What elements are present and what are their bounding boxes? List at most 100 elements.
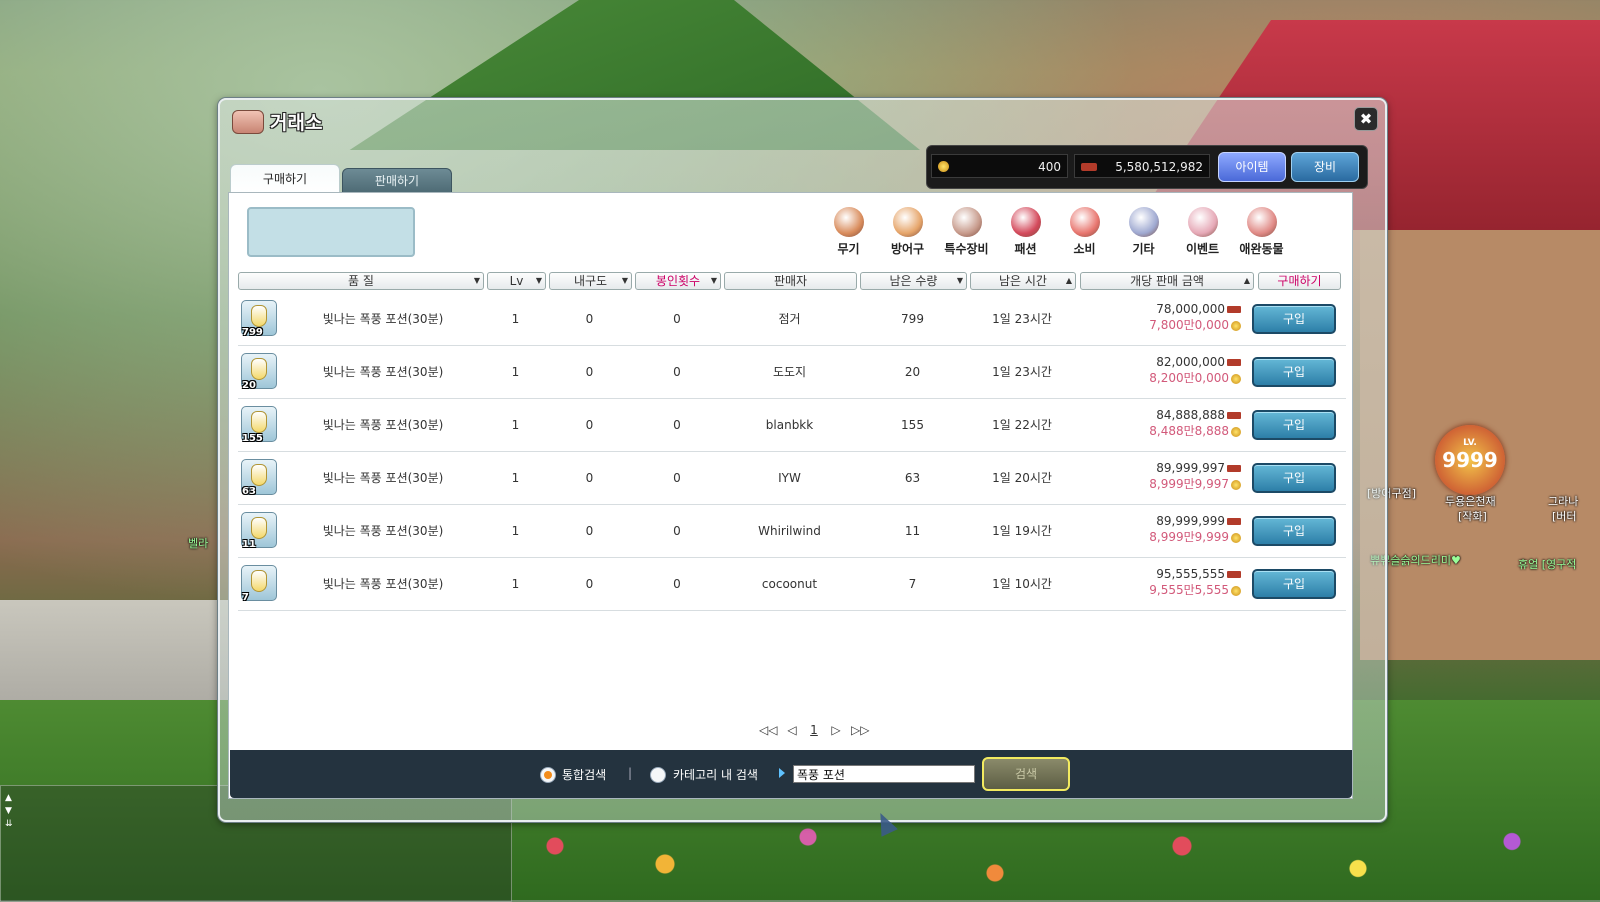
- scene-label: 두용은천재: [1445, 495, 1496, 508]
- table-row[interactable]: 63 빛나는 폭풍 포션(30분) 1 0 0 IYW 63 1일 20시간 8…: [238, 452, 1346, 505]
- header-quality[interactable]: 품 질 ▼: [238, 272, 484, 290]
- item-seal-count: 0: [673, 471, 681, 485]
- pagination: ◁◁ ◁ 1 ▷ ▷▷: [759, 723, 869, 737]
- tab-sell[interactable]: 판매하기: [342, 168, 452, 193]
- unit-price: 89,999,999 8,999만9,999: [1149, 513, 1241, 545]
- seller-name: 점거: [778, 312, 801, 326]
- separator: |: [628, 766, 633, 780]
- buy-button[interactable]: 구입: [1252, 304, 1336, 334]
- close-button[interactable]: ✖: [1354, 107, 1378, 131]
- item-durability: 0: [585, 471, 594, 485]
- first-page-button[interactable]: ◁◁: [759, 723, 777, 737]
- buy-button[interactable]: 구입: [1252, 516, 1336, 546]
- item-mode-button[interactable]: 아이템: [1218, 152, 1286, 182]
- item-seal-count: 0: [673, 418, 681, 432]
- radio-category-search[interactable]: [650, 767, 666, 783]
- maple-point-icon: [1227, 518, 1241, 525]
- seller-name: Whirilwind: [758, 524, 821, 538]
- window-title-bar[interactable]: 거래소: [232, 108, 322, 135]
- item-durability: 0: [585, 418, 594, 432]
- buy-button[interactable]: 구입: [1252, 463, 1336, 493]
- item-seal-count: 0: [673, 524, 681, 538]
- item-level: 1: [511, 524, 520, 538]
- last-page-button[interactable]: ▷▷: [851, 723, 869, 737]
- scene-label: 그라나: [1548, 495, 1579, 508]
- scene-label: 벨라: [188, 537, 209, 550]
- background-flowers: [500, 810, 1600, 900]
- table-row[interactable]: 20 빛나는 폭풍 포션(30분) 1 0 0 도도지 20 1일 23시간 8…: [238, 346, 1346, 399]
- buy-button[interactable]: 구입: [1252, 410, 1336, 440]
- item-name: 빛나는 폭풍 포션(30분): [322, 312, 444, 326]
- handshake-icon: [232, 109, 264, 134]
- prev-page-button[interactable]: ◁: [785, 723, 799, 737]
- dropdown-icon: ▼: [956, 276, 963, 285]
- unit-price: 82,000,000 8,200만0,000: [1149, 354, 1241, 386]
- seller-name: 도도지: [772, 365, 807, 379]
- category-armor[interactable]: 방어구: [878, 207, 937, 257]
- page-number[interactable]: 1: [807, 723, 821, 737]
- item-name: 빛나는 폭풍 포션(30분): [322, 471, 444, 485]
- armor-icon: [892, 207, 923, 237]
- meso-coin-icon: [1231, 426, 1241, 437]
- header-level[interactable]: Lv ▼: [487, 272, 546, 290]
- search-bar: 통합검색 | 카테고리 내 검색 검색: [230, 750, 1352, 798]
- header-seal-count[interactable]: 봉인횟수 ▼: [635, 272, 721, 290]
- search-arrow-icon: [779, 768, 785, 778]
- exchange-window: 거래소 ✖ 구매하기 판매하기 400 5,580,512,982 아이템 장비…: [218, 98, 1387, 822]
- meso-coin-icon: [1231, 320, 1241, 331]
- buy-button[interactable]: 구입: [1252, 569, 1336, 599]
- item-name: 빛나는 폭풍 포션(30분): [322, 524, 444, 538]
- listing-panel: 무기 방어구 특수장비 패션 소비 기타 이벤트 애완동물 품 질 ▼ Lv ▼…: [228, 192, 1353, 799]
- item-level: 1: [511, 312, 520, 326]
- dropdown-icon: ▼: [621, 276, 628, 285]
- equip-mode-button[interactable]: 장비: [1291, 152, 1359, 182]
- search-input[interactable]: [793, 765, 975, 783]
- remaining-qty: 20: [904, 365, 921, 379]
- maple-point-balance: 5,580,512,982: [1074, 154, 1210, 178]
- meso-coin-icon: [1231, 373, 1241, 384]
- chat-scroll-arrows-icon[interactable]: ▲ ▼ ⇊: [5, 792, 13, 831]
- search-button[interactable]: 검색: [982, 757, 1070, 791]
- item-durability: 0: [585, 312, 594, 326]
- category-etc[interactable]: 기타: [1114, 207, 1173, 257]
- meso-coin-icon: [1231, 532, 1241, 543]
- remaining-qty: 11: [904, 524, 921, 538]
- remaining-qty: 155: [901, 418, 924, 432]
- potion-icon: 7: [241, 565, 277, 603]
- unit-price: 95,555,555 9,555만5,555: [1149, 566, 1241, 598]
- header-durability[interactable]: 내구도 ▼: [549, 272, 632, 290]
- category-special-equipment[interactable]: 특수장비: [937, 207, 996, 257]
- maple-point-icon: [1227, 306, 1241, 313]
- table-row[interactable]: 11 빛나는 폭풍 포션(30분) 1 0 0 Whirilwind 11 1일…: [238, 505, 1346, 558]
- category-weapon[interactable]: 무기: [819, 207, 878, 257]
- category-pet[interactable]: 애완동물: [1232, 207, 1291, 257]
- header-seller[interactable]: 판매자: [724, 272, 857, 290]
- header-remaining-qty[interactable]: 남은 수량 ▼: [860, 272, 967, 290]
- table-row[interactable]: 7 빛나는 폭풍 포션(30분) 1 0 0 cocoonut 7 1일 10시…: [238, 558, 1346, 611]
- maple-point-icon: [1227, 412, 1241, 419]
- category-consumable[interactable]: 소비: [1055, 207, 1114, 257]
- radio-integrated-search[interactable]: [540, 767, 556, 783]
- potion-icon: 63: [241, 459, 277, 497]
- header-remaining-time[interactable]: 남은 시간 ▲: [970, 272, 1076, 290]
- listing-table: 799 빛나는 폭풍 포션(30분) 1 0 0 점거 799 1일 23시간 …: [238, 293, 1346, 611]
- table-row[interactable]: 155 빛나는 폭풍 포션(30분) 1 0 0 blanbkk 155 1일 …: [238, 399, 1346, 452]
- tab-buy[interactable]: 구매하기: [230, 164, 340, 193]
- sort-up-icon: ▲: [1243, 276, 1250, 285]
- table-row[interactable]: 799 빛나는 폭풍 포션(30분) 1 0 0 점거 799 1일 23시간 …: [238, 293, 1346, 346]
- item-durability: 0: [585, 524, 594, 538]
- header-unit-price[interactable]: 개당 판매 금액 ▲: [1080, 272, 1254, 290]
- item-level: 1: [511, 418, 520, 432]
- next-page-button[interactable]: ▷: [829, 723, 843, 737]
- remaining-time: 1일 23시간: [992, 365, 1052, 379]
- dropdown-icon: ▼: [535, 276, 542, 285]
- category-bar: 무기 방어구 특수장비 패션 소비 기타 이벤트 애완동물: [819, 207, 1291, 257]
- category-event[interactable]: 이벤트: [1173, 207, 1232, 257]
- item-level: 1: [511, 577, 520, 591]
- scene-label: [버터: [1552, 510, 1577, 523]
- pet-icon: [1246, 207, 1277, 237]
- remaining-time: 1일 19시간: [992, 524, 1052, 538]
- potion-icon: [1069, 207, 1100, 237]
- buy-button[interactable]: 구입: [1252, 357, 1336, 387]
- category-fashion[interactable]: 패션: [996, 207, 1055, 257]
